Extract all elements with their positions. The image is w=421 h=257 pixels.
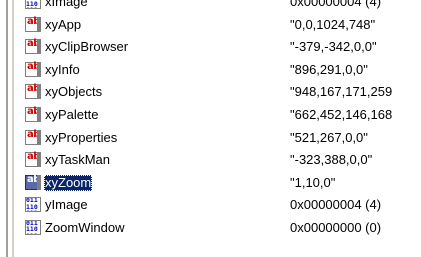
value-name: xyObjects [45,84,103,100]
value-name: xyApp [45,16,82,32]
string-value-icon: ab [25,151,41,168]
binary-icon-glyph: 011 110 011 [26,197,38,211]
list-item[interactable]: 011 110 011 yImage 0x00000004 (4) [0,194,421,217]
string-value-icon: ab [25,83,41,100]
string-value-icon: ab [25,61,41,77]
value-data: "0,0,1024,748" [290,16,376,32]
values-list: 011 110 011xImage0x00000004 (4)abxyApp"0… [0,0,421,240]
string-value-icon: ab [25,106,41,122]
string-icon-border [37,84,41,100]
value-name: xyProperties [45,129,118,145]
value-data: "521,267,0,0" [290,129,368,145]
list-item[interactable]: 011 110 011 xImage 0x00000004 (4) [0,0,421,14]
value-name: xyTaskMan [45,152,111,168]
string-value-icon: ab [25,16,41,32]
list-item[interactable]: ab xyObjects "948,167,171,259 [0,81,421,104]
value-name: xyInfo [45,61,80,77]
value-data: 0x00000004 (4) [290,197,382,213]
string-icon-border [37,39,41,55]
value-name: xyPalette [45,106,99,122]
value-data: 0x00000000 (0) [290,219,382,235]
binary-value-icon: 011 110 011 [25,219,41,235]
list-item[interactable]: ab xyTaskMan "-323,388,0,0" [0,149,421,172]
value-name: ZoomWindow [45,219,125,235]
value-data: 0x00000004 (4) [290,0,382,9]
list-item[interactable]: ab xyClipBrowser "-379,-342,0,0" [0,36,421,59]
string-icon-border [37,174,41,190]
value-data: "-379,-342,0,0" [290,39,377,55]
value-data: "-323,388,0,0" [290,152,373,168]
string-icon-border [37,129,41,145]
list-item[interactable]: ab xyInfo "896,291,0,0" [0,59,421,82]
value-data: "896,291,0,0" [290,61,368,77]
string-icon-border [37,106,41,122]
binary-value-icon: 011 110 011 [25,197,41,213]
string-icon-border [37,16,41,32]
binary-icon-glyph: 011 110 011 [26,219,38,234]
string-icon-border [37,152,41,168]
registry-values-pane: 011 110 011xImage0x00000004 (4)abxyApp"0… [0,0,421,257]
list-item[interactable]: ab xyApp "0,0,1024,748" [0,14,421,37]
value-data: "948,167,171,259 [290,84,393,100]
value-name: yImage [45,197,88,213]
value-name: xyClipBrowser [45,39,129,55]
binary-value-icon: 011 110 011 [25,0,41,9]
string-value-icon: ab [25,174,41,190]
value-name: xImage [45,0,88,9]
string-value-icon: ab [25,38,41,55]
list-item[interactable]: ab xyProperties "521,267,0,0" [0,127,421,150]
value-data: "662,452,146,168 [290,106,393,122]
list-item[interactable]: ab xyZoom "1,10,0" [0,172,421,195]
string-value-icon: ab [25,129,41,145]
value-data: "1,10,0" [290,174,336,190]
value-name: xyZoom [44,174,93,191]
list-item[interactable]: 011 110 011 ZoomWindow 0x00000000 (0) [0,217,421,240]
string-icon-border [37,61,41,77]
binary-icon-glyph: 011 110 011 [26,0,38,8]
list-item[interactable]: ab xyPalette "662,452,146,168 [0,104,421,127]
